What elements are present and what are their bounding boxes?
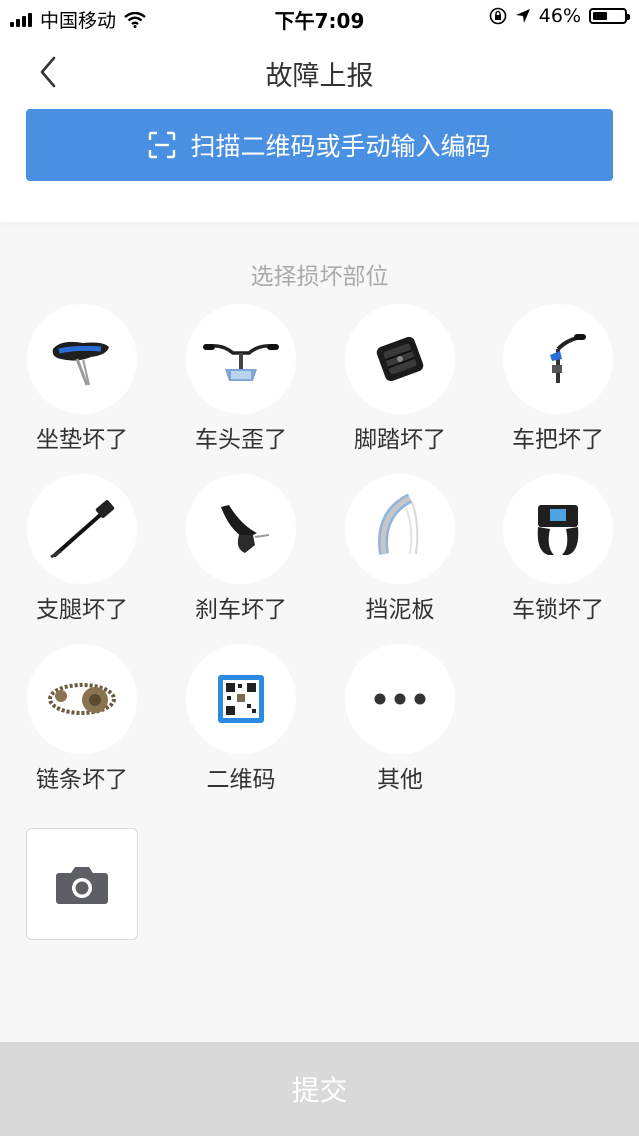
- part-handlebar[interactable]: 车头歪了: [185, 304, 297, 454]
- part-brake[interactable]: 刹车坏了: [185, 474, 297, 624]
- status-right: 46%: [489, 5, 630, 27]
- fender-icon: [378, 494, 419, 555]
- part-fender[interactable]: 挡泥板: [344, 474, 456, 624]
- scan-icon: [149, 131, 176, 159]
- part-label: 车锁坏了: [512, 597, 604, 623]
- battery-icon: [589, 8, 630, 24]
- part-pedal[interactable]: 脚踏坏了: [344, 304, 456, 454]
- part-label: 脚踏坏了: [354, 427, 446, 453]
- page-title: 故障上报: [265, 61, 374, 92]
- bike-handle-icon: [550, 334, 586, 383]
- battery-percent: 46%: [538, 5, 581, 27]
- part-lock[interactable]: 车锁坏了: [502, 474, 614, 624]
- part-label: 二维码: [206, 767, 276, 793]
- rotation-lock-icon: [489, 7, 507, 25]
- header: 故障上报 扫描二维码或手动输入编码: [0, 36, 639, 222]
- part-bike-handle-circle: [503, 304, 613, 414]
- part-label: 刹车坏了: [195, 597, 287, 623]
- part-label: 挡泥板: [365, 597, 435, 623]
- part-label: 链条坏了: [36, 767, 128, 793]
- pedal-icon: [376, 336, 424, 382]
- part-lock-circle: [503, 474, 613, 584]
- submit-button[interactable]: 提交: [0, 1042, 639, 1136]
- part-kickstand-circle: [27, 474, 137, 584]
- part-bike-handle[interactable]: 车把坏了: [502, 304, 614, 454]
- part-label: 车把坏了: [512, 427, 604, 453]
- scan-qr-button[interactable]: 扫描二维码或手动输入编码: [26, 109, 613, 181]
- part-qr-circle: [186, 644, 296, 754]
- part-label: 其他: [377, 767, 423, 793]
- status-bar: 中国移动 下午7:09 46%: [0, 0, 639, 36]
- location-arrow-icon: [515, 9, 530, 23]
- part-pedal-circle: [345, 304, 455, 414]
- part-brake-circle: [186, 474, 296, 584]
- part-other[interactable]: 其他: [344, 644, 456, 794]
- part-seat[interactable]: 坐垫坏了: [26, 304, 138, 454]
- part-label: 车头歪了: [195, 427, 287, 453]
- kickstand-icon: [50, 500, 115, 559]
- submit-label: 提交: [291, 1074, 348, 1107]
- part-chain-circle: [27, 644, 137, 754]
- camera-icon: [56, 867, 108, 904]
- bike-seat-icon: [52, 341, 109, 386]
- brake-lever-icon: [221, 505, 270, 553]
- part-fender-circle: [345, 474, 455, 584]
- scan-button-label: 扫描二维码或手动输入编码: [190, 132, 491, 161]
- handlebar-icon: [203, 344, 279, 381]
- chain-icon: [48, 683, 116, 715]
- section-title: 选择损坏部位: [250, 264, 389, 290]
- part-label: 坐垫坏了: [36, 427, 128, 453]
- more-icon: [374, 693, 426, 705]
- part-kickstand[interactable]: 支腿坏了: [26, 474, 138, 624]
- qr-code-icon: [218, 675, 264, 723]
- part-label: 支腿坏了: [36, 597, 128, 623]
- add-photo-button[interactable]: [26, 828, 138, 940]
- bike-lock-icon: [537, 505, 579, 555]
- part-chain[interactable]: 链条坏了: [26, 644, 138, 794]
- part-handlebar-circle: [186, 304, 296, 414]
- part-qr[interactable]: 二维码: [185, 644, 297, 794]
- part-seat-circle: [27, 304, 137, 414]
- part-other-circle: [345, 644, 455, 754]
